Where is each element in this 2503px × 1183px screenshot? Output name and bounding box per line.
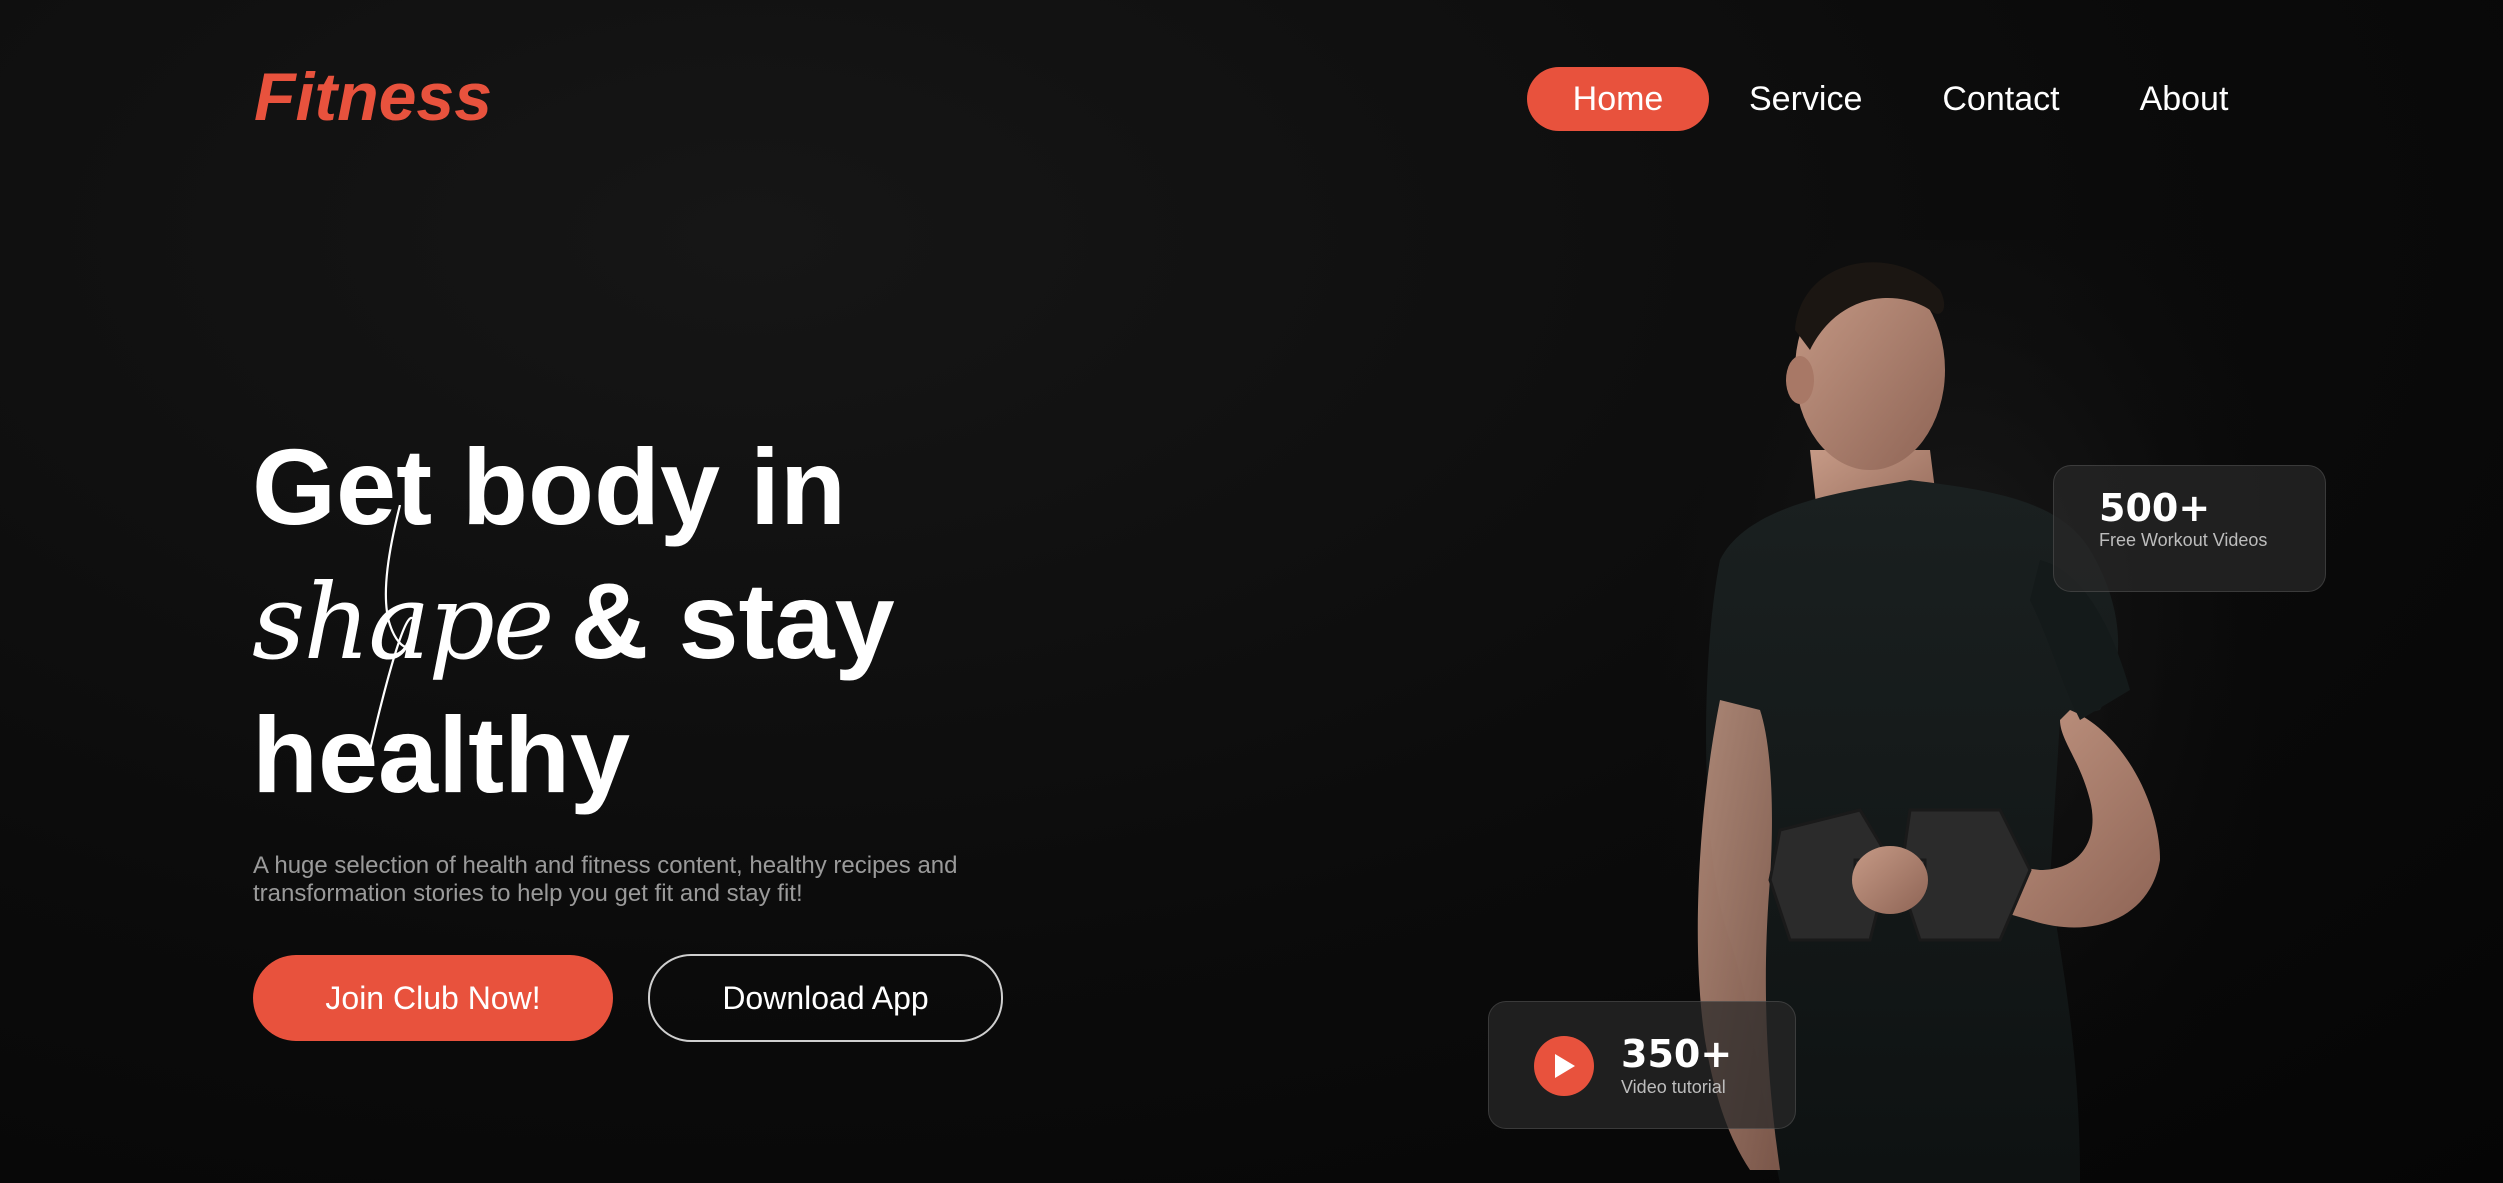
brand-logo[interactable]: Fitness <box>254 58 492 136</box>
video-tutorial-label: Video tutorial <box>1621 1077 1726 1097</box>
hero-subtitle: A huge selection of health and fitness c… <box>253 852 958 907</box>
headline-line-3: healthy <box>252 694 631 815</box>
workout-videos-count: 500+ <box>2099 486 2211 530</box>
nav-item-about[interactable]: About <box>2140 67 2229 131</box>
main-nav: Home Service Contact About <box>1527 67 2228 131</box>
play-icon[interactable] <box>1534 1036 1594 1096</box>
headline-line-2-rest: & stay <box>570 560 895 681</box>
headline-script-word: shape <box>252 561 554 683</box>
download-app-button[interactable]: Download App <box>648 954 1003 1042</box>
workout-videos-label: Free Workout Videos <box>2099 530 2268 550</box>
landing-page: Fitness Home Service Contact About Get b… <box>0 0 2503 1183</box>
nav-item-service[interactable]: Service <box>1749 67 1862 131</box>
hero-headline: Get body in shape & stay healthy <box>252 420 895 822</box>
headline-line-2: shape & stay <box>252 554 895 688</box>
workout-videos-card: 500+ Free Workout Videos <box>2053 465 2326 592</box>
headline-line-1: Get body in <box>252 426 846 547</box>
join-club-button[interactable]: Join Club Now! <box>253 955 613 1041</box>
nav-item-home[interactable]: Home <box>1527 67 1709 131</box>
nav-item-contact[interactable]: Contact <box>1942 67 2059 131</box>
video-tutorial-count: 350+ <box>1621 1032 1733 1076</box>
video-tutorial-card: 350+ Video tutorial <box>1488 1001 1796 1129</box>
